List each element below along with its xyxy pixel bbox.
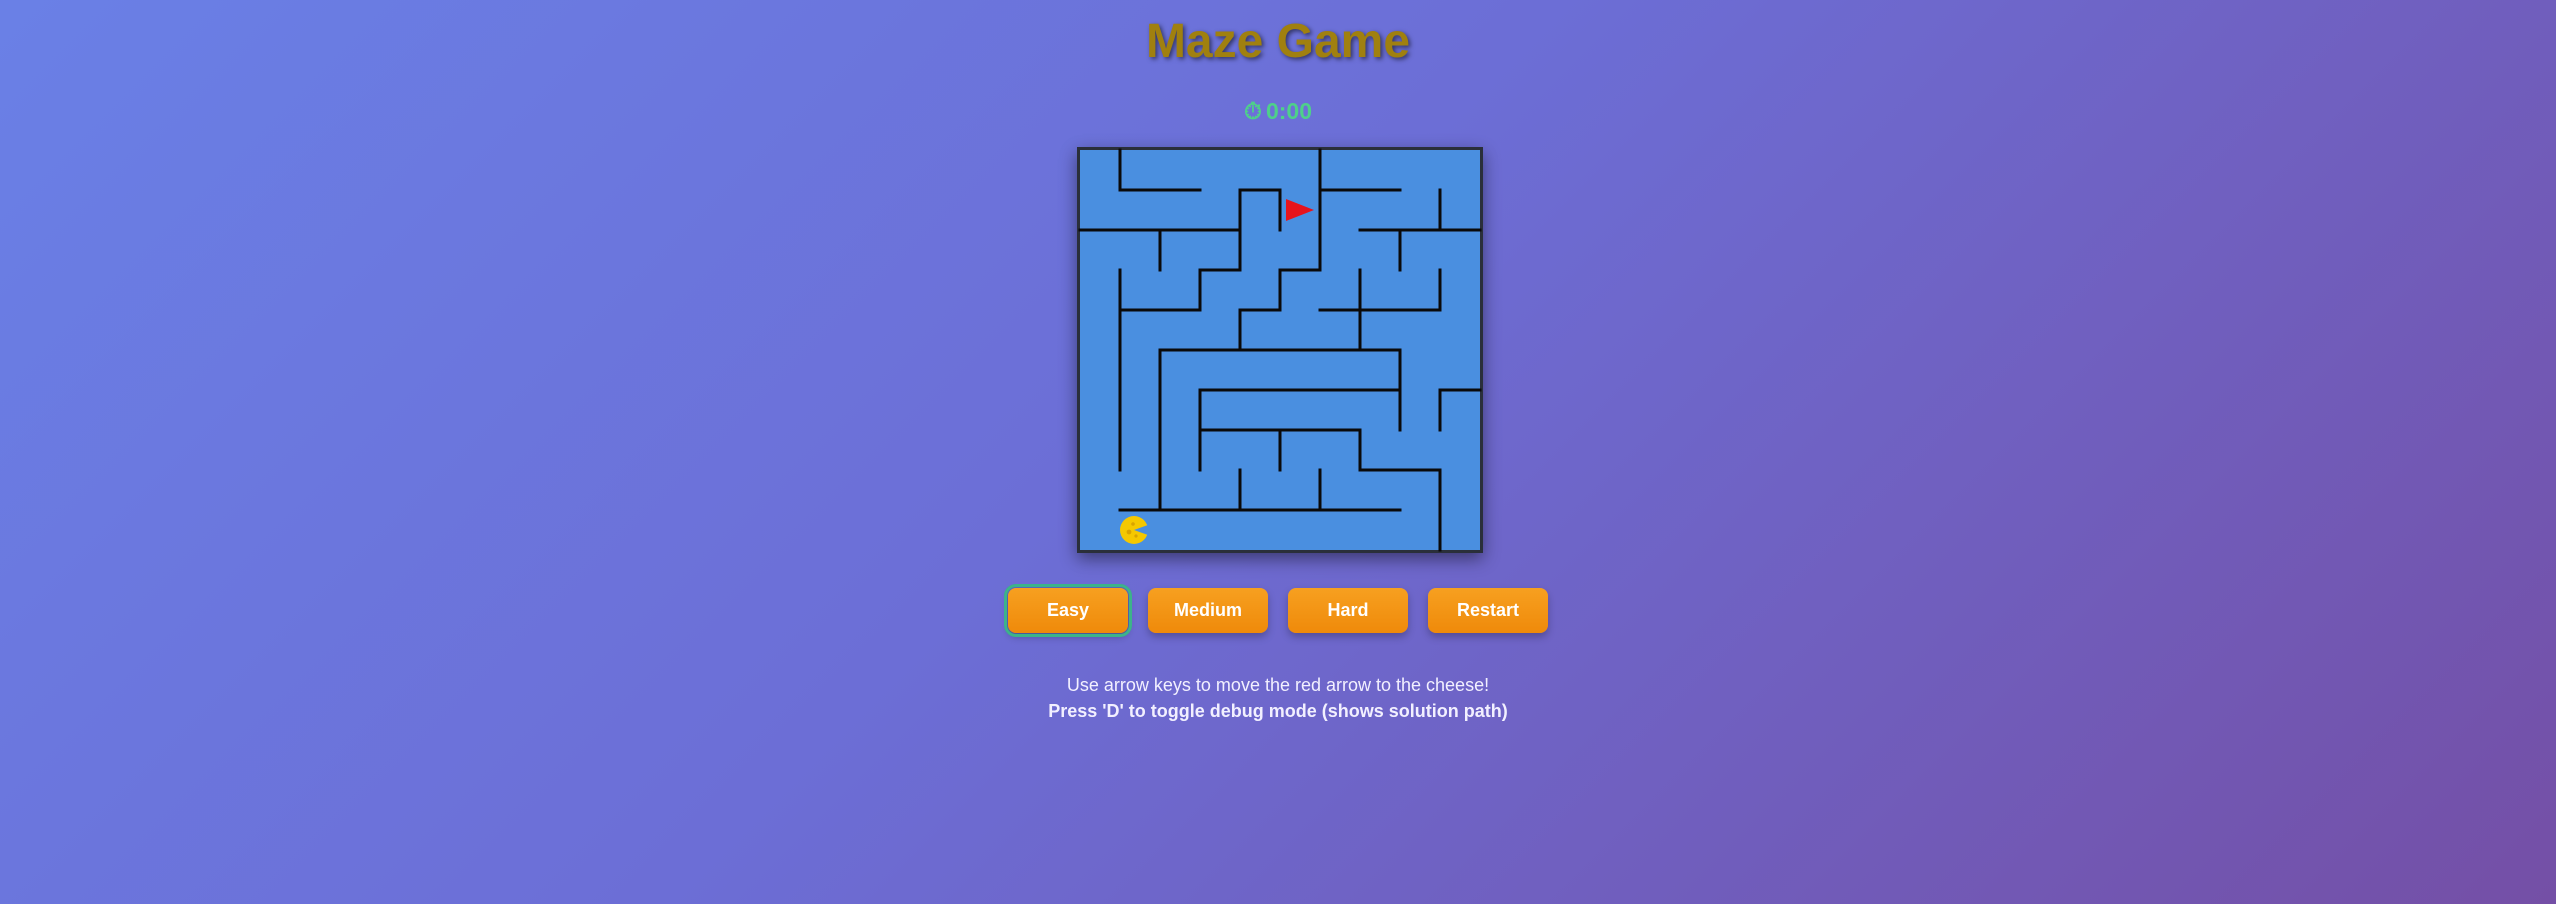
stopwatch-icon: ⏱ [1244, 98, 1262, 124]
game-container: Maze Game ⏱ 0:00 Easy Medium Hard Restart… [0, 0, 2556, 904]
maze-canvas[interactable] [1077, 147, 1483, 553]
debug-hint: Press 'D' to toggle debug mode (shows so… [1048, 701, 1508, 721]
restart-button[interactable]: Restart [1428, 588, 1548, 633]
timer-value: 0:00 [1265, 98, 1312, 124]
cheese-icon [1120, 516, 1148, 544]
easy-button[interactable]: Easy [1004, 584, 1132, 637]
timer: ⏱ 0:00 [0, 97, 2556, 125]
difficulty-buttons: Easy Medium Hard Restart [0, 584, 2556, 637]
hard-button[interactable]: Hard [1288, 588, 1408, 633]
maze-board[interactable] [1077, 147, 1483, 553]
instructions-line: Use arrow keys to move the red arrow to … [1066, 675, 1490, 695]
medium-button[interactable]: Medium [1148, 588, 1268, 633]
instructions: Use arrow keys to move the red arrow to … [0, 672, 2556, 724]
page-title: Maze Game [1145, 15, 1411, 68]
